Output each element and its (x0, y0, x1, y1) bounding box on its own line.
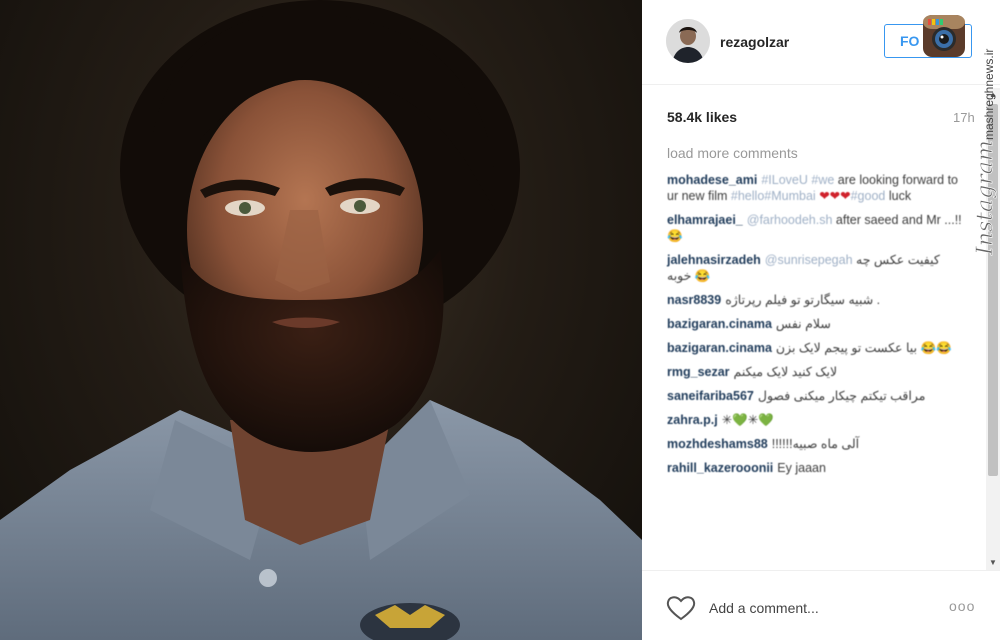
add-comment-input[interactable]: Add a comment... (709, 600, 819, 616)
comment-item: saneifariba567 مراقب تیکتم چیکار میکنی فص… (667, 388, 967, 404)
comment-emoji: ❤❤❤ (819, 189, 851, 203)
comment-tag-link[interactable]: #ILoveU (761, 173, 808, 187)
comment-username[interactable]: bazigaran.cinama (667, 317, 772, 331)
comment-item: mohadese_ami #ILoveU #we are looking forw… (667, 172, 967, 204)
comment-item: rmg_sezar لایک کنید لایک میکنم (667, 364, 967, 380)
comment-item: mozhdeshams88 !!!!!!آلی ماه صبیه (667, 436, 967, 452)
post-header: rezagolzar FO (642, 0, 1000, 85)
avatar-image (666, 19, 710, 63)
comment-username[interactable]: elhamrajaei_ (667, 213, 743, 227)
comment-item: nasr8839 شبیه سیگارتو تو فیلم رپرتاژه . (667, 292, 967, 308)
comment-username[interactable]: rmg_sezar (667, 365, 730, 379)
more-options-ellipsis-icon[interactable]: ooo (949, 598, 975, 614)
comment-tag-link[interactable]: @sunrisepegah (765, 253, 853, 267)
portrait-image (0, 0, 642, 640)
watermark-brand: Instagram (973, 140, 998, 256)
comment-item: rahill_kazerooonii Ey jaaan (667, 460, 967, 476)
comment-text: مراقب تیکتم چیکار میکنی فصول (757, 389, 926, 403)
username[interactable]: rezagolzar (720, 34, 789, 50)
comment-text: Ey jaaan (777, 461, 826, 475)
scroll-down-arrow-icon[interactable]: ▼ (986, 556, 1000, 570)
comment-tag-link[interactable]: @farhoodeh.sh (747, 213, 833, 227)
comment-text: شبیه سیگارتو تو فیلم رپرتاژه . (725, 293, 881, 307)
post-photo (0, 0, 642, 640)
comment-item: bazigaran.cinama سلام نفس (667, 316, 967, 332)
post-details-panel: rezagolzar FO 58.4k likes 17h load more … (642, 0, 1000, 640)
avatar[interactable] (666, 19, 710, 63)
comment-text: لایک کنید لایک میکنم (733, 365, 838, 379)
comment-list: load more comments mohadese_ami #ILoveU #… (667, 145, 967, 484)
comment-username[interactable]: bazigaran.cinama (667, 341, 772, 355)
comment-text: سلام نفس (775, 317, 831, 331)
comment-tag-link[interactable]: #good (851, 189, 886, 203)
comment-username[interactable]: rahill_kazerooonii (667, 461, 773, 475)
comment-username[interactable]: jalehnasirzadeh (667, 253, 761, 267)
comment-text: بیا عکست تو پیجم لایک بزن 😂😂 (775, 341, 952, 355)
instagram-logo-icon (923, 15, 965, 57)
watermark-site: mashreghnews.ir (982, 49, 996, 140)
comment-item: jalehnasirzadeh @sunrisepegah کیفیت عکس چ… (667, 252, 967, 284)
comment-username[interactable]: zahra.p.j (667, 413, 718, 427)
comment-tag-link[interactable]: #we (811, 173, 834, 187)
comment-text: !!!!!!آلی ماه صبیه (771, 437, 860, 451)
comment-username[interactable]: saneifariba567 (667, 389, 754, 403)
comment-item: elhamrajaei_ @farhoodeh.sh after saeed an… (667, 212, 967, 244)
comment-text: ✳💚✳💚 (721, 413, 774, 427)
comment-text: luck (885, 189, 912, 203)
post-footer: Add a comment... ooo (642, 570, 1000, 641)
comment-item: zahra.p.j ✳💚✳💚 (667, 412, 967, 428)
heart-outline-icon[interactable] (666, 595, 696, 621)
comment-username[interactable]: mohadese_ami (667, 173, 757, 187)
like-count[interactable]: 58.4k likes (667, 109, 737, 125)
comment-item: bazigaran.cinama بیا عکست تو پیجم لایک بز… (667, 340, 967, 356)
load-more-comments-link[interactable]: load more comments (667, 145, 967, 161)
comment-username[interactable]: mozhdeshams88 (667, 437, 768, 451)
comment-tag-link[interactable]: #Mumbai (764, 189, 815, 203)
comment-username[interactable]: nasr8839 (667, 293, 721, 307)
comment-tag-link[interactable]: #hello (731, 189, 764, 203)
watermark: Instagram mashreghnews.ir (973, 49, 999, 257)
